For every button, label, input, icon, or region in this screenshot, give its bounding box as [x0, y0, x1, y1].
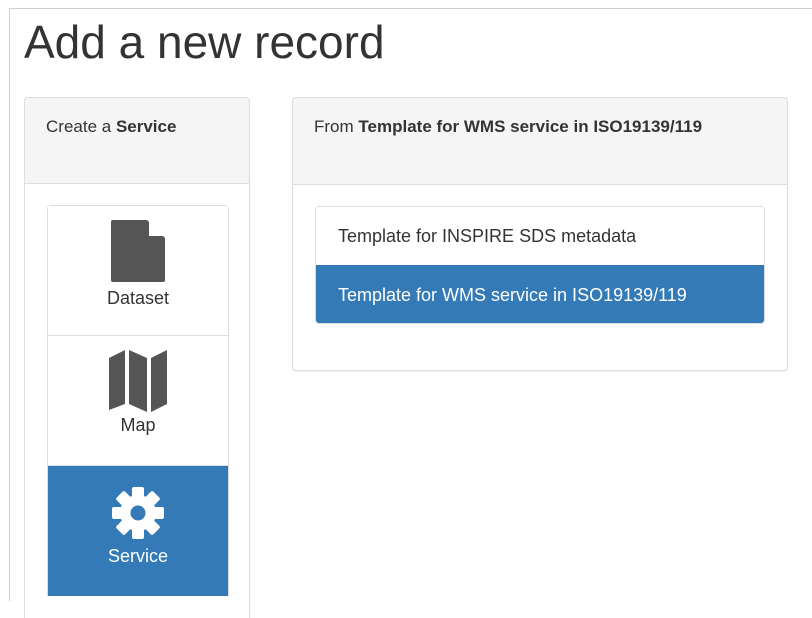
type-item-dataset[interactable]: Dataset: [48, 206, 228, 336]
record-type-list: Dataset Map Service: [47, 205, 229, 596]
template-item-inspire-sds[interactable]: Template for INSPIRE SDS metadata: [316, 207, 764, 265]
heading-selected-type: Service: [115, 117, 177, 136]
top-divider: [9, 8, 812, 9]
template-item-wms-service[interactable]: Template for WMS service in ISO19139/119: [316, 265, 764, 323]
type-label: Service: [107, 546, 169, 566]
record-type-heading: Create a Service: [25, 98, 249, 184]
type-label: Map: [120, 415, 156, 435]
heading-prefix: Create a: [46, 117, 112, 136]
template-panel: From Template for WMS service in ISO1913…: [292, 97, 788, 371]
file-icon: [111, 220, 165, 282]
template-list: Template for INSPIRE SDS metadata Templa…: [315, 206, 765, 324]
left-divider: [9, 8, 10, 601]
type-item-map[interactable]: Map: [48, 336, 228, 466]
heading-selected-template: Template for WMS service in ISO19139/119: [358, 117, 703, 136]
map-icon: [109, 350, 167, 412]
record-type-panel: Create a Service Dataset Map Service: [24, 97, 250, 618]
type-item-service[interactable]: Service: [48, 466, 228, 596]
type-label: Dataset: [106, 288, 170, 308]
page-title: Add a new record: [24, 16, 385, 68]
heading-prefix: From: [314, 117, 354, 136]
template-heading: From Template for WMS service in ISO1913…: [293, 98, 787, 185]
gear-icon: [112, 487, 164, 539]
